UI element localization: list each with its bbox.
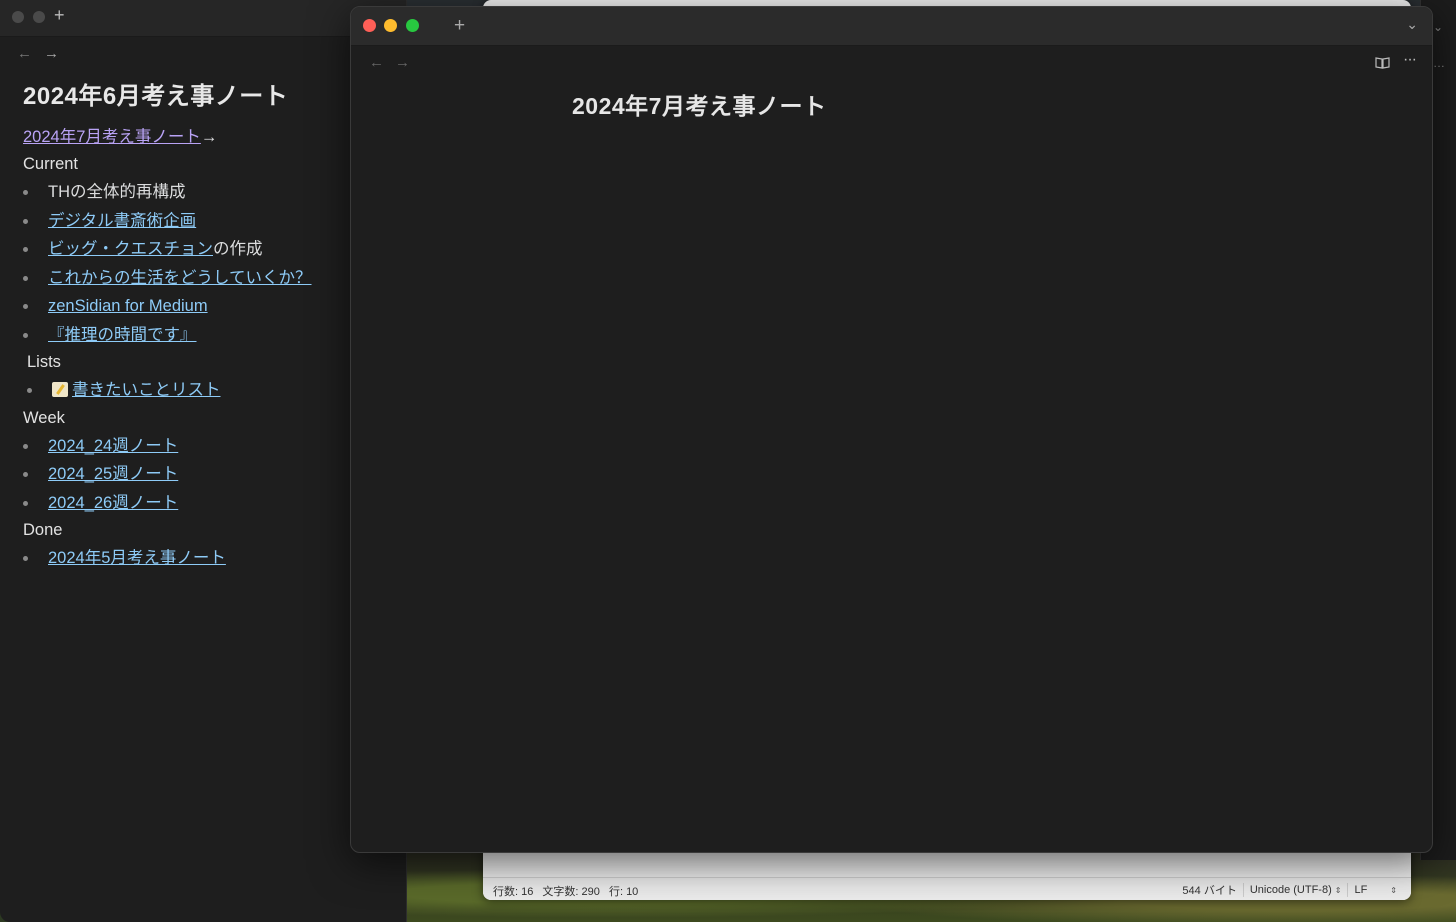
bullet-icon bbox=[23, 275, 28, 281]
left-titlebar: + bbox=[0, 0, 406, 37]
arrow-icon: → bbox=[200, 128, 218, 146]
next-note-link[interactable]: 2024年7月考え事ノート bbox=[23, 128, 201, 146]
new-tab-button[interactable]: + bbox=[454, 15, 465, 37]
left-note-window: + ← → 2024年6月考え事ノート 2024年7月考え事ノート→ Curre… bbox=[0, 0, 407, 922]
book-open-icon[interactable] bbox=[1375, 57, 1390, 69]
close-button[interactable] bbox=[363, 19, 376, 32]
note-link[interactable]: 『推理の時間です』 bbox=[48, 326, 197, 344]
front-note-window: + ⌄ ← → ··· 2024年7月考え事ノート bbox=[350, 6, 1433, 853]
bullet-icon bbox=[23, 443, 28, 449]
cursor-row: 行: 10 bbox=[608, 886, 639, 898]
section-heading-done: Done bbox=[23, 521, 63, 539]
memo-icon bbox=[52, 382, 68, 397]
updown-icon: ⇕ bbox=[1334, 885, 1342, 895]
bullet-icon bbox=[23, 500, 28, 506]
more-icon: … bbox=[1433, 56, 1445, 70]
list-item: 2024年5月考え事ノート bbox=[23, 544, 393, 573]
list-item: 2024_25週ノート bbox=[23, 460, 393, 489]
list-item: THの全体的再構成 bbox=[23, 178, 393, 207]
chevron-down-icon[interactable]: ⌄ bbox=[1406, 16, 1418, 33]
list-item: zenSidian for Medium bbox=[23, 292, 393, 321]
bullet-icon bbox=[23, 218, 28, 224]
list-item: デジタル書斎術企画 bbox=[23, 207, 393, 236]
bullet-icon bbox=[23, 247, 28, 252]
updown-icon: ⇕ bbox=[1390, 885, 1397, 895]
forward-arrow-icon[interactable]: → bbox=[44, 45, 59, 62]
note-link[interactable]: デジタル書斎術企画 bbox=[48, 212, 196, 230]
bullet-icon bbox=[23, 332, 28, 338]
note-link[interactable]: zenSidian for Medium bbox=[48, 297, 208, 315]
note-link[interactable]: 2024_26週ノート bbox=[48, 494, 178, 512]
list-item: ビッグ・クエスチョンの作成 bbox=[23, 235, 393, 264]
list-item: 『推理の時間です』 bbox=[23, 321, 393, 350]
front-titlebar: + ⌄ bbox=[351, 7, 1432, 46]
back-arrow-icon[interactable]: ← bbox=[369, 54, 384, 71]
byte-size: 544 バイト bbox=[1182, 885, 1237, 897]
line-count: 行数: 16 bbox=[493, 886, 534, 898]
section-heading-lists: Lists bbox=[27, 353, 61, 371]
note-title: 2024年6月考え事ノート bbox=[23, 83, 289, 110]
list-item: これからの生活をどうしていくか？ bbox=[23, 264, 393, 293]
encoding-select[interactable]: Unicode (UTF-8) ⇕ bbox=[1242, 883, 1348, 897]
note-link[interactable]: 書きたいことリスト bbox=[72, 381, 221, 399]
note-link[interactable]: ビッグ・クエスチョン bbox=[48, 240, 213, 258]
new-tab-button[interactable]: + bbox=[54, 5, 65, 26]
bullet-icon bbox=[23, 556, 28, 561]
minimize-button[interactable] bbox=[33, 11, 45, 23]
forward-arrow-icon[interactable]: → bbox=[395, 54, 410, 71]
bullet-icon bbox=[23, 472, 28, 477]
note-link[interactable]: 2024_24週ノート bbox=[48, 437, 178, 455]
bullet-icon bbox=[27, 388, 32, 393]
zoom-button[interactable] bbox=[406, 19, 419, 32]
back-arrow-icon[interactable]: ← bbox=[17, 45, 32, 62]
list-item: 書きたいことリスト bbox=[23, 376, 393, 405]
note-link[interactable]: 2024年5月考え事ノート bbox=[48, 549, 226, 567]
close-button[interactable] bbox=[12, 11, 24, 23]
minimize-button[interactable] bbox=[384, 19, 397, 32]
next-note-line: 2024年7月考え事ノート→ bbox=[23, 123, 393, 151]
section-heading-current: Current bbox=[23, 155, 79, 173]
note-title: 2024年7月考え事ノート bbox=[572, 93, 827, 119]
line-ending-select[interactable]: LF ⇕ bbox=[1347, 883, 1403, 897]
bullet-icon bbox=[23, 190, 28, 195]
list-item: 2024_24週ノート bbox=[23, 432, 393, 461]
note-content: 2024年6月考え事ノート 2024年7月考え事ノート→ Current THの… bbox=[23, 76, 393, 573]
status-bar: 行数: 16 文字数: 290 行: 10 544 バイト Unicode (U… bbox=[483, 877, 1411, 900]
bullet-icon bbox=[23, 304, 28, 309]
note-link[interactable]: 2024_25週ノート bbox=[48, 465, 178, 483]
list-item: 2024_26週ノート bbox=[23, 489, 393, 518]
more-options-icon[interactable]: ··· bbox=[1403, 51, 1417, 69]
chevron-down-icon: ⌄ bbox=[1433, 20, 1444, 34]
note-link[interactable]: これからの生活をどうしていくか？ bbox=[48, 269, 312, 287]
section-heading-week: Week bbox=[23, 408, 65, 427]
char-count: 文字数: 290 bbox=[542, 886, 600, 898]
